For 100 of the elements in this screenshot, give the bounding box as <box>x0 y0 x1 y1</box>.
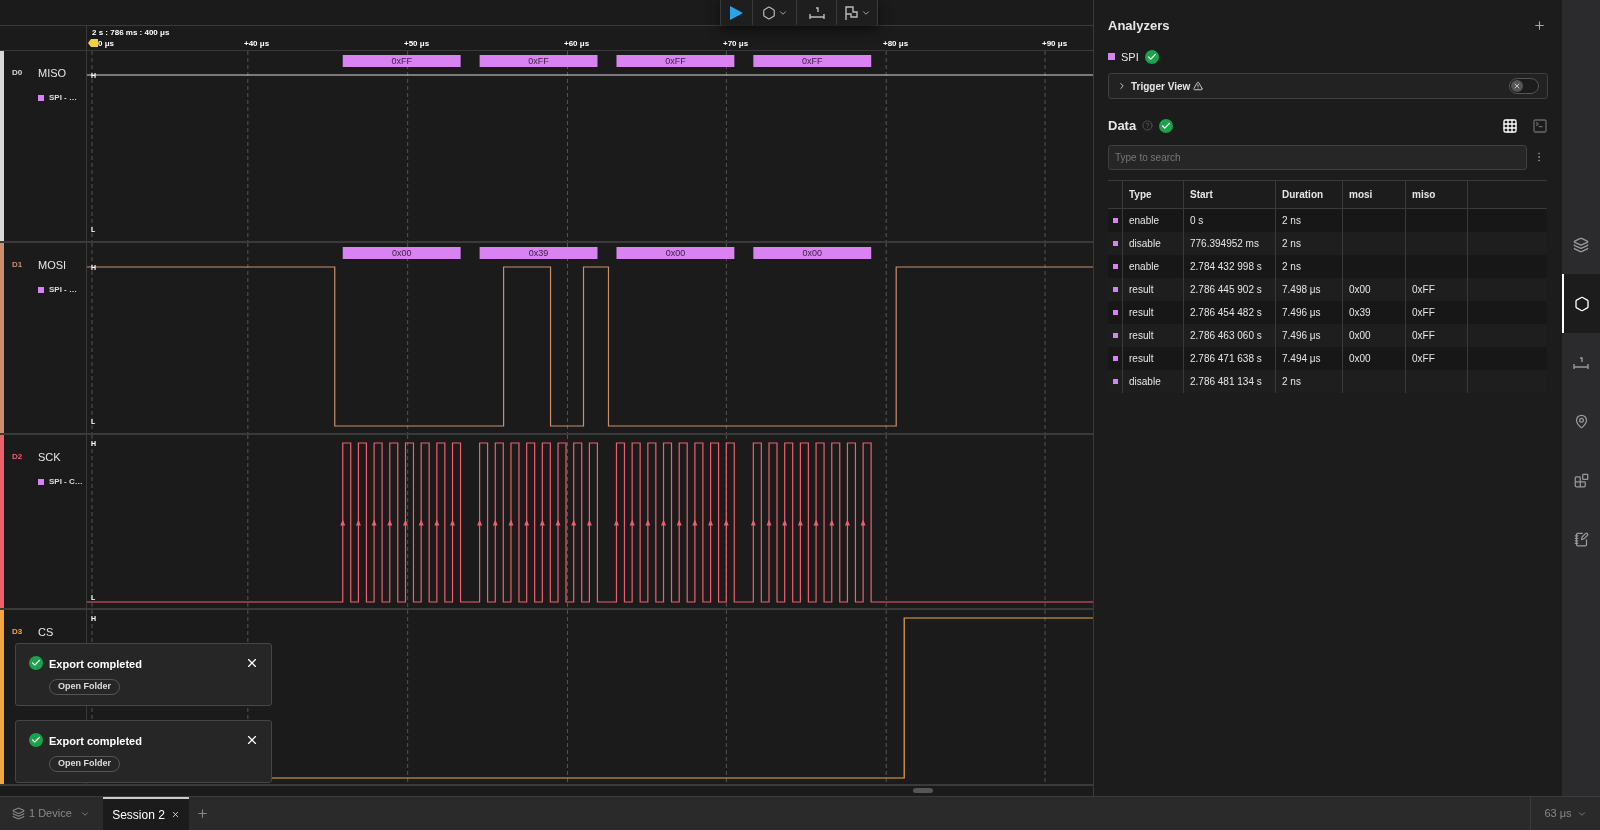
toast-title: Export completed <box>49 657 143 672</box>
hexagon-icon <box>1574 295 1590 312</box>
table-cell-text: 0xFF <box>1412 328 1435 343</box>
trigger-view-label: Trigger View <box>1131 79 1191 94</box>
panel-title: Analyzers <box>1108 17 1170 35</box>
pin-icon <box>1573 414 1589 429</box>
analyzer-label: SPI - … <box>49 91 77 104</box>
decoded-frame[interactable]: 0x00 <box>616 247 735 259</box>
table-cell-text: 0x39 <box>1349 305 1371 320</box>
search-field[interactable]: Type to search <box>1108 144 1527 170</box>
table-cell-text: 2 ns <box>1282 374 1301 389</box>
table-cell-text: 2 ns <box>1282 259 1301 274</box>
device-button[interactable]: 1 Device <box>0 797 103 830</box>
layers-icon <box>12 807 25 820</box>
table-cell-text: 2.786 481 134 s <box>1190 374 1262 389</box>
measure-icon <box>1572 354 1590 371</box>
table-cell-text: 0x00 <box>1349 351 1371 366</box>
time-tick-label: +40 μs <box>244 38 270 50</box>
table-cell-text: result <box>1129 351 1154 366</box>
table-cell-text: disable <box>1129 374 1161 389</box>
channel-id: D2 <box>12 451 24 464</box>
table-cell-text: 7.496 μs <box>1282 305 1321 320</box>
toast-title: Export completed <box>49 734 143 749</box>
table-cell-text: 7.496 μs <box>1282 328 1321 343</box>
channel-id: D0 <box>12 67 24 80</box>
check-icon <box>29 733 43 747</box>
table-cell-text: 0xFF <box>1412 282 1435 297</box>
time-tick-label: +50 μs <box>404 38 430 50</box>
time-tick-label: +80 μs <box>883 38 909 50</box>
check-icon <box>29 656 43 670</box>
table-view-icon[interactable] <box>1502 117 1518 134</box>
decoded-frame[interactable]: 0x00 <box>342 247 461 259</box>
table-cell-text: 0x00 <box>1349 282 1371 297</box>
add-tab-icon[interactable] <box>196 807 209 820</box>
table-cell-text: 2.786 471 638 s <box>1190 351 1262 366</box>
session-tab[interactable]: Session 2 <box>103 797 189 830</box>
table-cell-text: 2 ns <box>1282 236 1301 251</box>
table-cell-text: result <box>1129 328 1154 343</box>
time-tick-label: 0 μs <box>98 38 114 50</box>
toggle-switch[interactable] <box>1509 78 1539 94</box>
chevron-right-icon[interactable] <box>1117 81 1127 91</box>
table-cell-text: 0xFF <box>1412 305 1435 320</box>
table-cell-text: 2.786 463 060 s <box>1190 328 1262 343</box>
channel-name: SCK <box>38 450 61 465</box>
decoded-frame[interactable]: 0xFF <box>616 55 735 67</box>
time-tick-label: +60 μs <box>564 38 590 50</box>
time-tick-label: +70 μs <box>723 38 749 50</box>
terminal-view-icon[interactable] <box>1532 117 1548 134</box>
flag-icon <box>843 4 859 21</box>
channel-name: MISO <box>38 66 67 81</box>
measure-icon <box>807 4 826 21</box>
decoded-frame[interactable]: 0x39 <box>479 247 598 259</box>
table-cell-text: 7.498 μs <box>1282 282 1321 297</box>
section-title: Data <box>1108 117 1137 135</box>
analyzer-name[interactable]: SPI <box>1121 48 1139 65</box>
table-cell-text: result <box>1129 305 1154 320</box>
table-cell-text: 0x00 <box>1349 328 1371 343</box>
column-header[interactable]: Duration <box>1276 180 1343 208</box>
table-cell-text: 2.786 445 902 s <box>1190 282 1262 297</box>
hexagon-icon <box>761 5 776 20</box>
channel-id: D3 <box>12 626 24 639</box>
table-cell-text: 7.494 μs <box>1282 351 1321 366</box>
close-icon[interactable] <box>245 733 259 747</box>
blocks-icon <box>1573 473 1589 488</box>
column-header[interactable]: Type <box>1123 180 1184 208</box>
table-cell-text: enable <box>1129 213 1160 228</box>
notes-icon <box>1573 532 1589 547</box>
table-cell-text: enable <box>1129 259 1160 274</box>
decoded-frame[interactable]: 0xFF <box>479 55 598 67</box>
close-icon[interactable] <box>170 810 180 819</box>
layers-icon <box>1573 236 1589 253</box>
column-header[interactable]: Start <box>1184 180 1276 208</box>
close-icon <box>1513 82 1521 90</box>
table-cell-text: 0xFF <box>1412 351 1435 366</box>
close-icon[interactable] <box>245 656 259 670</box>
scrollbar-thumb[interactable] <box>913 788 933 793</box>
table-cell-text: 0 s <box>1190 213 1204 228</box>
table-cell-text: 2 ns <box>1282 213 1301 228</box>
decoded-frame[interactable]: 0x00 <box>753 247 872 259</box>
play-icon <box>730 5 743 20</box>
channel-name: MOSI <box>38 258 67 273</box>
channel-name: CS <box>38 625 54 640</box>
table-cell-text: disable <box>1129 236 1161 251</box>
play-button[interactable] <box>720 0 753 25</box>
time-tick-label: +90 μs <box>1042 38 1068 50</box>
decoded-frame[interactable]: 0xFF <box>753 55 872 67</box>
column-header[interactable]: mosi <box>1343 180 1406 208</box>
table-cell-text: 2.784 432 998 s <box>1190 259 1262 274</box>
channel-id: D1 <box>12 259 24 272</box>
warning-icon <box>1193 81 1204 91</box>
decoded-frame[interactable]: 0xFF <box>342 55 461 67</box>
marker-icon <box>88 39 98 47</box>
analyzer-label: SPI - C… <box>49 475 83 488</box>
analyzer-label: SPI - … <box>49 283 77 296</box>
table-cell-text: result <box>1129 282 1154 297</box>
zoom-level-button[interactable]: 63 μs <box>1530 797 1600 830</box>
table-cell-text: 776.394952 ms <box>1190 236 1259 251</box>
add-icon[interactable] <box>1533 19 1546 33</box>
column-header[interactable]: miso <box>1406 180 1468 208</box>
time-origin: 2 s : 786 ms : 400 μs <box>92 27 170 39</box>
